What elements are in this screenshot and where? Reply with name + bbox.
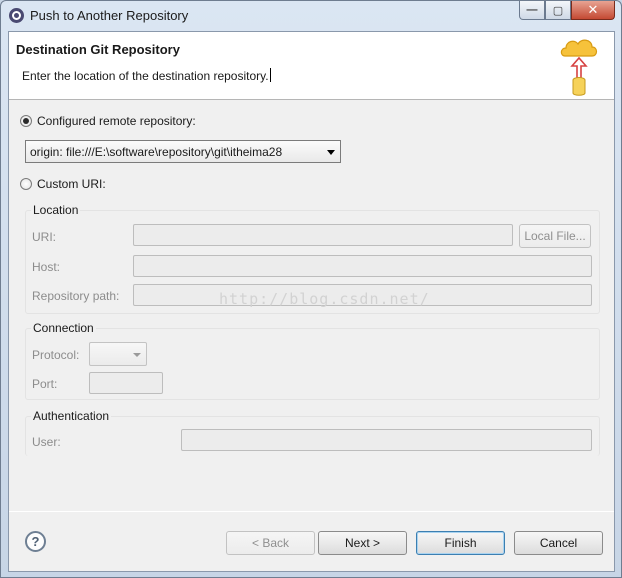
authentication-group-title: Authentication bbox=[31, 409, 112, 423]
chevron-down-icon[interactable] bbox=[327, 150, 335, 155]
configured-remote-radio[interactable] bbox=[20, 115, 32, 127]
page-description: Enter the location of the destination re… bbox=[22, 68, 271, 83]
protocol-select[interactable] bbox=[89, 342, 147, 366]
maximize-button[interactable]: ▢ bbox=[545, 1, 571, 20]
back-button[interactable]: < Back bbox=[226, 531, 315, 555]
page-title: Destination Git Repository bbox=[16, 42, 180, 57]
title-bar[interactable]: Push to Another Repository — ▢ ✕ bbox=[1, 1, 621, 31]
page-description-text: Enter the location of the destination re… bbox=[22, 69, 269, 83]
caption-buttons: — ▢ ✕ bbox=[519, 1, 615, 20]
repository-path-label: Repository path: bbox=[32, 289, 120, 303]
dialog-content: Destination Git Repository Enter the loc… bbox=[8, 31, 615, 572]
user-input[interactable] bbox=[181, 429, 592, 451]
dialog-window: Push to Another Repository — ▢ ✕ Destina… bbox=[0, 0, 622, 578]
configured-remote-label: Configured remote repository: bbox=[37, 114, 196, 128]
host-input[interactable] bbox=[133, 255, 592, 277]
close-button[interactable]: ✕ bbox=[571, 1, 615, 20]
protocol-label: Protocol: bbox=[32, 348, 80, 362]
custom-uri-radio[interactable] bbox=[20, 178, 32, 190]
text-caret bbox=[269, 68, 271, 82]
uri-label: URI: bbox=[32, 230, 56, 244]
cloud-upload-database-icon bbox=[560, 39, 598, 96]
user-label: User: bbox=[32, 435, 61, 449]
chevron-down-icon[interactable] bbox=[133, 353, 141, 357]
next-button[interactable]: Next > bbox=[318, 531, 407, 555]
footer-separator bbox=[9, 511, 614, 512]
host-label: Host: bbox=[32, 260, 61, 274]
connection-group-title: Connection bbox=[31, 321, 96, 335]
custom-uri-option[interactable]: Custom URI: bbox=[20, 177, 106, 191]
port-label: Port: bbox=[32, 377, 58, 391]
help-icon[interactable]: ? bbox=[25, 531, 46, 552]
wizard-header: Destination Git Repository Enter the loc… bbox=[9, 32, 614, 100]
local-file-button[interactable]: Local File... bbox=[519, 224, 591, 248]
eclipse-icon bbox=[9, 8, 24, 23]
minimize-button[interactable]: — bbox=[519, 1, 545, 20]
finish-button[interactable]: Finish bbox=[416, 531, 505, 555]
configured-remote-select[interactable]: origin: file:///E:\software\repository\g… bbox=[25, 140, 341, 163]
watermark-text: http://blog.csdn.net/ bbox=[219, 290, 430, 308]
cancel-button[interactable]: Cancel bbox=[514, 531, 603, 555]
custom-uri-label: Custom URI: bbox=[37, 177, 106, 191]
port-input[interactable] bbox=[89, 372, 163, 394]
uri-input[interactable] bbox=[133, 224, 513, 246]
window-title: Push to Another Repository bbox=[30, 8, 189, 23]
configured-remote-option[interactable]: Configured remote repository: bbox=[20, 114, 196, 128]
location-group-title: Location bbox=[31, 203, 81, 217]
configured-remote-value: origin: file:///E:\software\repository\g… bbox=[30, 145, 283, 159]
